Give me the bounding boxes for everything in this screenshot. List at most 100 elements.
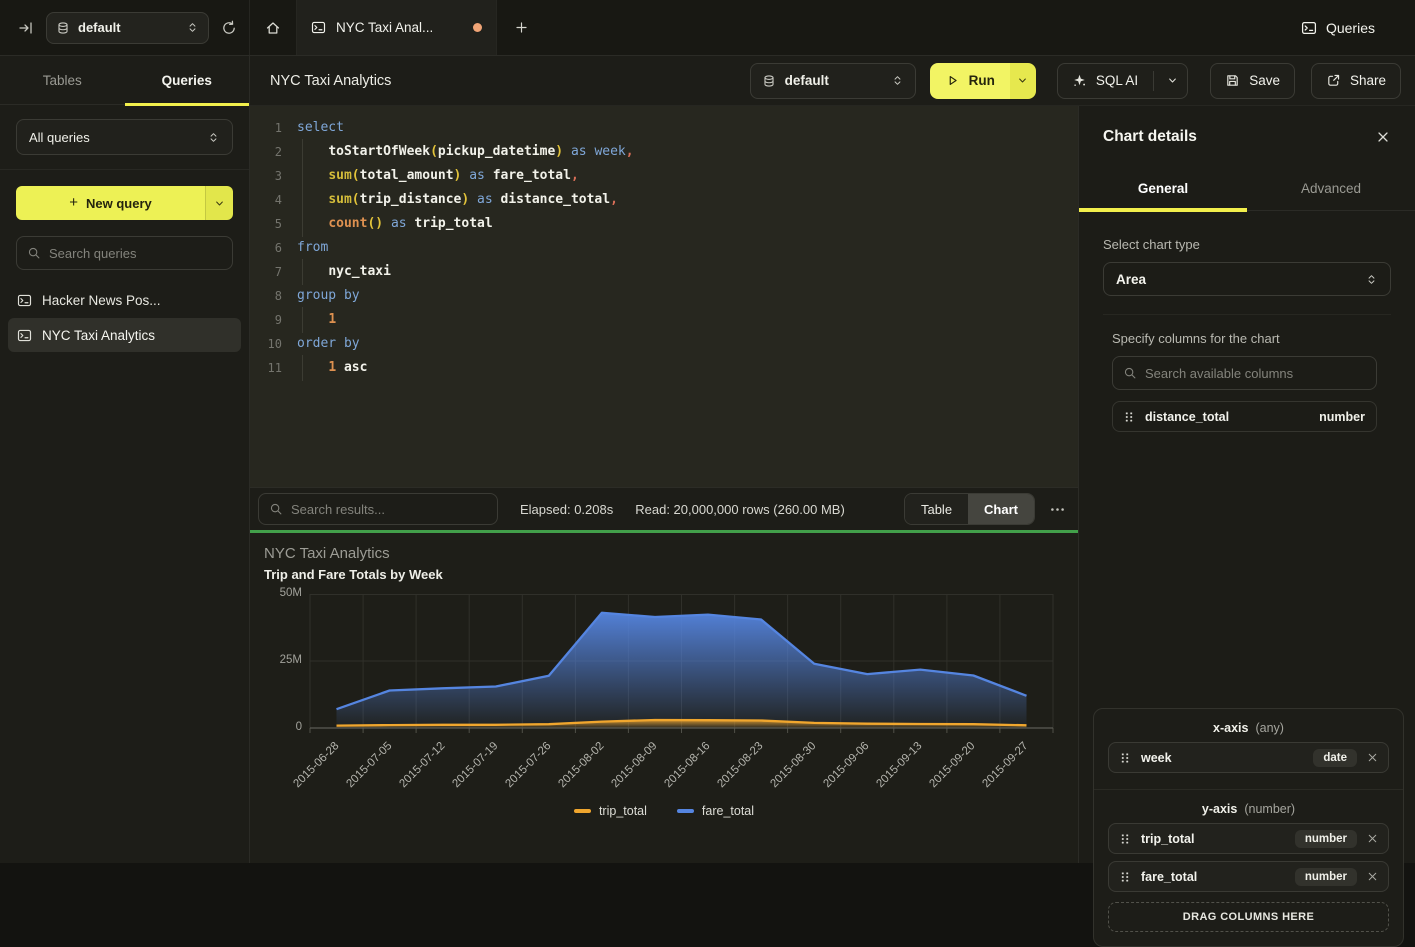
line-number: 7: [250, 260, 282, 284]
line-number: 4: [250, 188, 282, 212]
queries-button[interactable]: Queries: [1301, 0, 1415, 55]
chevron-updown-icon: [207, 131, 220, 144]
terminal-icon: [17, 293, 32, 308]
run-options-dropdown[interactable]: [1010, 63, 1036, 99]
drag-handle-icon[interactable]: [1118, 870, 1132, 884]
drag-handle-icon[interactable]: [1118, 832, 1132, 846]
tab-queries[interactable]: Queries: [125, 56, 250, 104]
column-row[interactable]: weekdate: [1108, 742, 1389, 773]
query-filter-select[interactable]: All queries: [16, 119, 233, 155]
columns-label: Specify columns for the chart: [1112, 331, 1377, 346]
sidebar-tabs: Tables Queries: [0, 56, 249, 105]
close-icon[interactable]: [1375, 129, 1391, 145]
line-number: 8: [250, 284, 282, 308]
column-row[interactable]: trip_totalnumber: [1108, 823, 1389, 854]
chart-type-select[interactable]: Area: [1103, 262, 1391, 296]
code-line[interactable]: count() as trip_total: [297, 212, 1078, 236]
run-button[interactable]: Run: [930, 63, 1036, 99]
divider: [1153, 71, 1154, 91]
column-name: distance_total: [1145, 410, 1229, 424]
legend-item[interactable]: fare_total: [677, 804, 754, 818]
table-view-button[interactable]: Table: [905, 494, 968, 524]
line-number: 11: [250, 356, 282, 380]
x-axis-hint: (any): [1255, 721, 1283, 735]
column-type-badge: date: [1313, 749, 1357, 767]
drag-handle-icon[interactable]: [1122, 410, 1136, 424]
search-results-box: [258, 493, 498, 525]
plus-icon: [514, 20, 529, 35]
code-line[interactable]: 1: [297, 308, 1078, 332]
tab-advanced[interactable]: Advanced: [1247, 167, 1415, 210]
remove-column-icon[interactable]: [1366, 751, 1379, 764]
new-query-button[interactable]: +New query: [16, 186, 233, 220]
remove-column-icon[interactable]: [1366, 832, 1379, 845]
search-columns-input[interactable]: [1145, 366, 1366, 381]
column-type-badge: number: [1295, 830, 1357, 848]
code-line[interactable]: nyc_taxi: [297, 260, 1078, 284]
y-axis-tick-label: 0: [258, 721, 302, 733]
chevron-down-icon: [1016, 74, 1029, 87]
code-line[interactable]: group by: [297, 284, 1078, 308]
more-options-icon[interactable]: [1049, 501, 1066, 518]
unsaved-changes-dot: [473, 23, 482, 32]
code-line[interactable]: toStartOfWeek(pickup_datetime) as week,: [297, 140, 1078, 164]
line-number: 2: [250, 140, 282, 164]
toolbar-database-selector[interactable]: default: [750, 63, 916, 99]
query-tab-active[interactable]: NYC Taxi Anal...: [297, 0, 497, 55]
code-line[interactable]: sum(total_amount) as fare_total,: [297, 164, 1078, 188]
sidebar: Tables Queries All queries +New query Ha…: [0, 56, 250, 863]
sql-editor[interactable]: 1234567891011 select toStartOfWeek(picku…: [250, 106, 1078, 487]
divider: [0, 169, 249, 170]
chart-plot[interactable]: [310, 594, 1053, 734]
search-icon: [27, 246, 41, 260]
new-query-dropdown[interactable]: [205, 186, 233, 220]
new-tab-button[interactable]: [497, 0, 546, 55]
terminal-icon: [1301, 20, 1317, 36]
sql-ai-button[interactable]: SQL AI: [1057, 63, 1188, 99]
terminal-icon: [311, 20, 326, 35]
rows-read: Read: 20,000,000 rows (260.00 MB): [635, 502, 845, 517]
column-type: number: [1319, 410, 1367, 424]
remove-column-icon[interactable]: [1366, 870, 1379, 883]
chart-view-button[interactable]: Chart: [968, 494, 1034, 524]
code-line[interactable]: order by: [297, 332, 1078, 356]
tab-strip: NYC Taxi Anal...: [250, 0, 546, 55]
y-axis-tick-label: 25M: [258, 654, 302, 666]
line-number: 9: [250, 308, 282, 332]
legend-item[interactable]: trip_total: [574, 804, 647, 818]
home-tab[interactable]: [250, 0, 297, 55]
search-icon: [1123, 366, 1137, 380]
clickhouse-sql-console: { "topbar": { "database_selector": { "va…: [0, 0, 1415, 863]
sidebar-query-item[interactable]: Hacker News Pos...: [8, 283, 241, 317]
top-bar-left: default: [0, 0, 250, 55]
search-queries-input[interactable]: [49, 246, 222, 261]
tab-tables[interactable]: Tables: [0, 56, 125, 104]
page-title: NYC Taxi Analytics: [270, 73, 391, 89]
save-button[interactable]: Save: [1210, 63, 1295, 99]
collapse-sidebar-icon[interactable]: [18, 20, 34, 36]
code-line[interactable]: select: [297, 116, 1078, 140]
tab-general[interactable]: General: [1079, 167, 1247, 210]
code-line[interactable]: from: [297, 236, 1078, 260]
legend-label: fare_total: [702, 804, 754, 818]
refresh-icon[interactable]: [221, 20, 237, 36]
results-toolbar: Elapsed: 0.208s Read: 20,000,000 rows (2…: [250, 487, 1078, 530]
drag-handle-icon[interactable]: [1118, 751, 1132, 765]
x-axis-items: weekdate: [1108, 742, 1389, 773]
panel-tabs: General Advanced: [1079, 167, 1415, 211]
axis-config-box: x-axis (any) weekdate y-axis (number) tr…: [1093, 708, 1404, 947]
chevron-updown-icon: [891, 74, 904, 87]
column-row[interactable]: distance_total number: [1112, 401, 1377, 432]
query-list: Hacker News Pos...NYC Taxi Analytics: [0, 282, 249, 863]
database-selector[interactable]: default: [46, 12, 209, 44]
column-row[interactable]: fare_totalnumber: [1108, 861, 1389, 892]
search-results-input[interactable]: [291, 502, 487, 517]
chevron-down-icon: [213, 197, 226, 210]
code-line[interactable]: 1 asc: [297, 356, 1078, 380]
drop-zone[interactable]: DRAG COLUMNS HERE: [1108, 902, 1389, 932]
legend-label: trip_total: [599, 804, 647, 818]
code-line[interactable]: sum(trip_distance) as distance_total,: [297, 188, 1078, 212]
code-area[interactable]: select toStartOfWeek(pickup_datetime) as…: [282, 116, 1078, 487]
share-button[interactable]: Share: [1311, 63, 1401, 99]
sidebar-query-item[interactable]: NYC Taxi Analytics: [8, 318, 241, 352]
